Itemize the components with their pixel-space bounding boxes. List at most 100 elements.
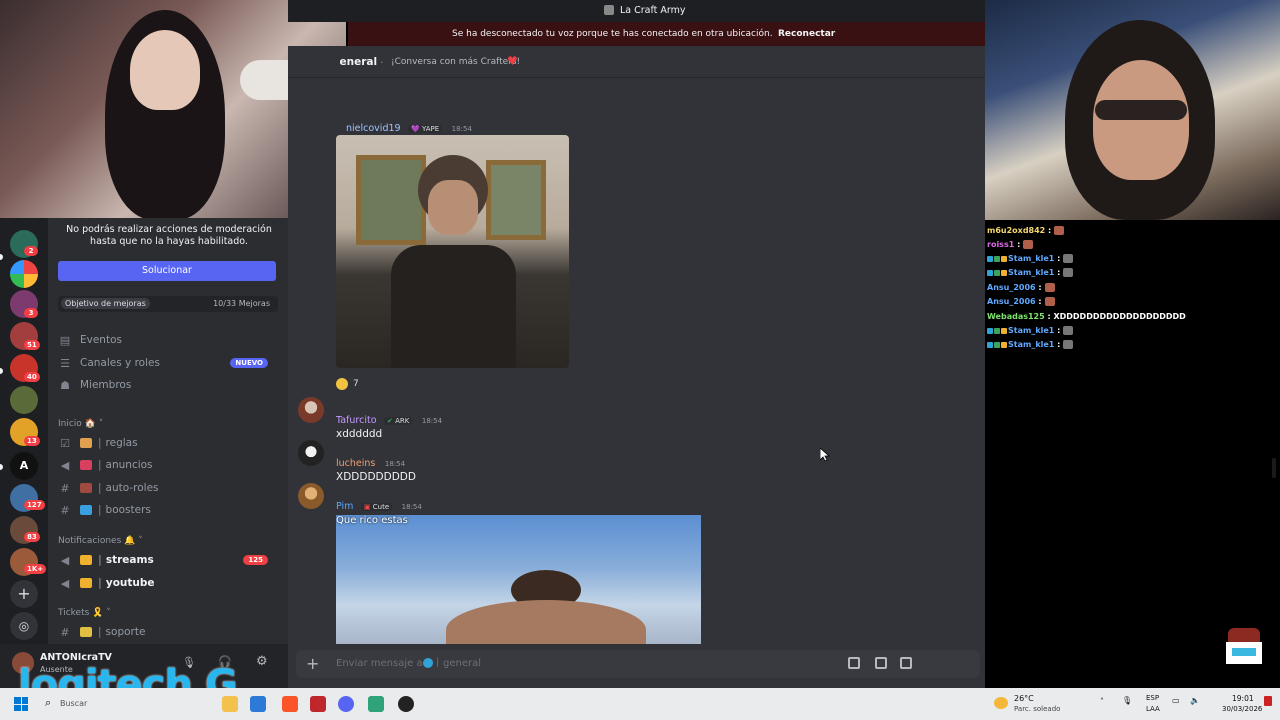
weather-desc[interactable]: Parc. soleado bbox=[1014, 705, 1060, 713]
weather-temp[interactable]: 26°C bbox=[1014, 694, 1034, 703]
notification-icon[interactable] bbox=[1264, 696, 1272, 706]
sidebar-item-canales-y-roles[interactable]: ☰ Canales y roles NUEVO bbox=[58, 353, 280, 373]
clock-time[interactable]: 19:01 bbox=[1232, 694, 1254, 703]
globe-icon bbox=[423, 658, 433, 668]
hash-icon: # bbox=[60, 481, 70, 495]
composer-channel: general bbox=[443, 658, 482, 669]
mouse-cursor-icon bbox=[820, 448, 830, 462]
message-time: 18:54 bbox=[421, 417, 443, 425]
list-icon: ☰ bbox=[60, 356, 70, 370]
reconnect-button[interactable]: Reconectar bbox=[778, 29, 835, 39]
avatar[interactable] bbox=[298, 483, 324, 509]
chat-line: Stam_kle1 : bbox=[987, 254, 1074, 263]
stream-chat-overlay: m6u2oxd842 : roiss1 : Stam_kle1 : Stam_k… bbox=[985, 220, 1280, 688]
message-composer[interactable]: + Enviar mensaje a # | general bbox=[296, 650, 980, 678]
brave-icon[interactable] bbox=[282, 696, 298, 712]
reaction-count: 7 bbox=[353, 379, 359, 389]
sticker-icon[interactable] bbox=[900, 657, 912, 669]
emote-icon bbox=[1063, 268, 1074, 277]
server-badge: 40 bbox=[24, 372, 40, 382]
search-icon[interactable]: ⌕ bbox=[45, 696, 51, 710]
heart-icon: ♥ bbox=[507, 54, 518, 68]
message-time: 18:54 bbox=[451, 125, 472, 133]
sidebar-item-label: Eventos bbox=[80, 334, 122, 346]
lang-bottom[interactable]: LAA bbox=[1146, 705, 1160, 713]
server-icon[interactable]: A bbox=[10, 452, 38, 480]
channel-sidebar: No podrás realizar acciones de moderació… bbox=[48, 218, 288, 654]
channel-anuncios[interactable]: ◀ | anuncios bbox=[58, 455, 280, 475]
add-server-icon[interactable]: + bbox=[10, 580, 38, 608]
discord-icon[interactable] bbox=[338, 696, 354, 712]
message-author[interactable]: lucheins bbox=[336, 458, 375, 469]
category-tickets[interactable]: Tickets 🎗️ ˅ bbox=[58, 608, 111, 618]
gift-icon[interactable] bbox=[848, 657, 860, 669]
emote-icon bbox=[1044, 297, 1055, 306]
category-inicio[interactable]: Inicio 🏠 ˅ bbox=[58, 419, 103, 429]
category-notificaciones[interactable]: Notificaciones 🔔 ˅ bbox=[58, 536, 143, 546]
image-overlay-text: Que rico estas bbox=[336, 515, 408, 526]
channel-header: general · ¡Conversa con más Crafters! ♥ bbox=[288, 46, 985, 78]
emote-icon bbox=[1054, 226, 1065, 235]
voice-disconnect-bar: Se ha desconectado tu voz porque te has … bbox=[348, 22, 985, 46]
megaphone-icon: ◀ bbox=[60, 553, 70, 567]
gif-icon[interactable] bbox=[875, 657, 887, 669]
channel-boosters[interactable]: # | boosters bbox=[58, 500, 280, 520]
boost-goal[interactable]: Objetivo de mejoras 10/33 Mejoras bbox=[58, 296, 278, 312]
chat-line: m6u2oxd842 : bbox=[987, 226, 1065, 235]
network-icon[interactable]: ▭ bbox=[1172, 696, 1180, 705]
app-icon[interactable] bbox=[250, 696, 266, 712]
boost-goal-label: Objetivo de mejoras bbox=[61, 298, 150, 309]
app-icon[interactable] bbox=[368, 696, 384, 712]
megaphone-icon: ◀ bbox=[60, 576, 70, 590]
channel-youtube[interactable]: ◀ | youtube bbox=[58, 573, 280, 593]
new-badge: NUEVO bbox=[230, 358, 268, 368]
explore-icon[interactable]: ◎ bbox=[10, 612, 38, 640]
channel-soporte[interactable]: # | soporte bbox=[58, 622, 280, 642]
message-image-portrait[interactable] bbox=[336, 135, 569, 368]
channel-streams[interactable]: ◀ | streams 125 bbox=[58, 550, 280, 570]
windows-start-icon[interactable] bbox=[14, 697, 28, 711]
taskbar-search[interactable]: Buscar bbox=[60, 699, 87, 708]
fix-button[interactable]: Solucionar bbox=[58, 261, 276, 281]
clock-date[interactable]: 30/03/2026 bbox=[1222, 705, 1262, 713]
lang-top[interactable]: ESP bbox=[1146, 694, 1159, 702]
microphone-icon[interactable]: 🎙 bbox=[1122, 696, 1132, 705]
author-tag: ▣ Cute bbox=[360, 503, 393, 511]
sidebar-item-miembros[interactable]: ☗ Miembros bbox=[58, 375, 280, 395]
gear-icon[interactable]: ⚙ bbox=[256, 654, 268, 669]
unread-count: 125 bbox=[243, 555, 268, 565]
emote-icon bbox=[1063, 326, 1074, 335]
message-image-sky[interactable]: Que rico estas bbox=[336, 515, 701, 644]
calendar-icon: ▤ bbox=[59, 333, 71, 347]
chat-line: Stam_kle1 : bbox=[987, 326, 1074, 335]
channel-reglas[interactable]: ☑ | reglas bbox=[58, 433, 280, 453]
author-tag: 💜 YAPE bbox=[408, 125, 443, 133]
file-explorer-icon[interactable] bbox=[222, 696, 238, 712]
plus-icon[interactable]: + bbox=[306, 654, 319, 673]
reaction-pill[interactable]: 7 bbox=[336, 376, 359, 392]
message-time: 18:54 bbox=[401, 503, 422, 511]
server-icon[interactable] bbox=[10, 260, 38, 288]
server-badge: 1K+ bbox=[24, 564, 47, 574]
sidebar-item-eventos[interactable]: ▤ Eventos bbox=[58, 330, 280, 350]
server-icon[interactable] bbox=[10, 386, 38, 414]
composer-placeholder: Enviar mensaje a # bbox=[336, 658, 435, 669]
mascot-icon bbox=[1222, 628, 1266, 676]
chevron-up-icon[interactable]: ˄ bbox=[1100, 697, 1104, 706]
message-text: xdddddd bbox=[336, 428, 383, 440]
message-author[interactable]: Tafurcito bbox=[336, 415, 377, 426]
rules-icon: ☑ bbox=[60, 436, 70, 450]
sidebar-item-label: Canales y roles bbox=[80, 357, 160, 369]
chat-line: Ansu_2006 : bbox=[987, 297, 1055, 306]
message-author[interactable]: nielcovid19 bbox=[346, 123, 401, 134]
message-4-header: Pim ▣ Cute 18:54 bbox=[336, 499, 422, 512]
obs-icon[interactable] bbox=[398, 696, 414, 712]
avatar[interactable] bbox=[298, 440, 324, 466]
volume-icon[interactable]: 🔈 bbox=[1190, 696, 1200, 705]
disconnect-message: Se ha desconectado tu voz porque te has … bbox=[452, 29, 773, 39]
message-author[interactable]: Pim bbox=[336, 501, 353, 512]
app-icon[interactable] bbox=[310, 696, 326, 712]
channel-auto-roles[interactable]: # | auto-roles bbox=[58, 478, 280, 498]
avatar[interactable] bbox=[298, 397, 324, 423]
emote-icon bbox=[1063, 340, 1074, 349]
